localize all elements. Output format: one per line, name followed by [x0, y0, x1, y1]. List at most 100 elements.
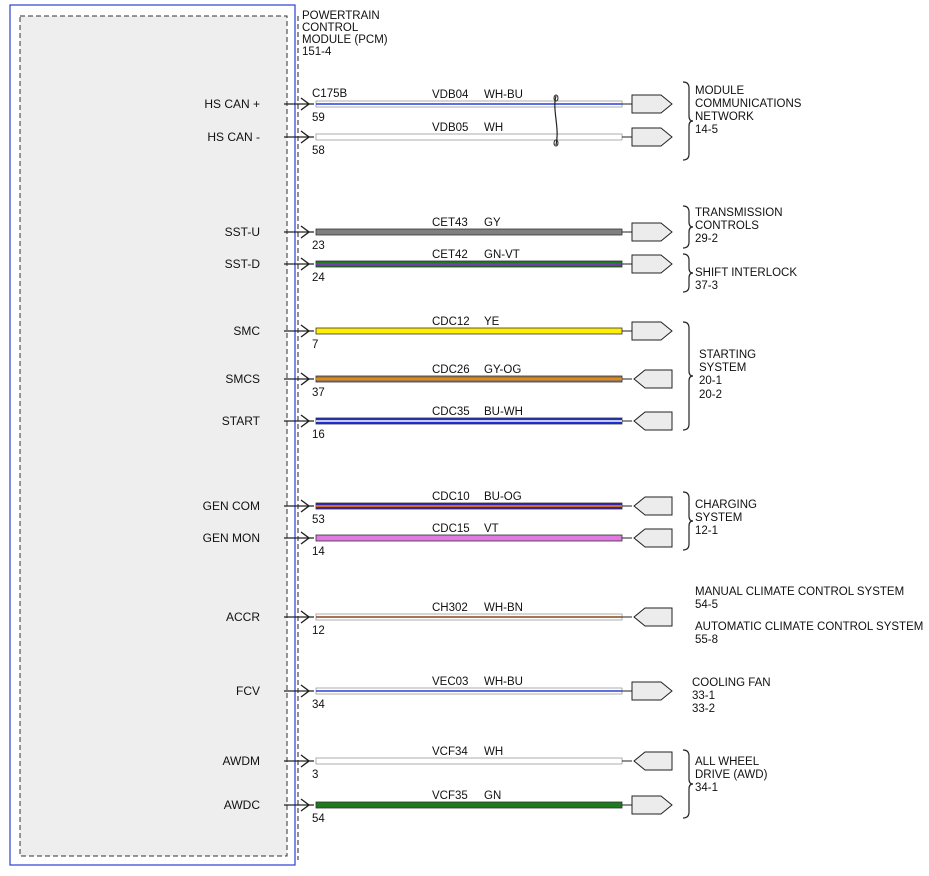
bracket-icon — [682, 205, 694, 249]
connector-terminal-icon — [631, 321, 673, 341]
wire-body — [315, 801, 623, 809]
circuit-id: CDC35 — [432, 406, 470, 418]
destination-shift-interlock: SHIFT INTERLOCK 37-3 — [695, 267, 797, 292]
pin-number: 14 — [312, 546, 325, 558]
connector-terminal-icon — [631, 254, 673, 274]
pin-number: 23 — [312, 240, 325, 252]
pin-function-label: SST-D — [225, 257, 261, 271]
connector-terminal-icon — [631, 795, 673, 815]
pin-function-label: AWDC — [224, 798, 261, 812]
wire-color-code: BU-WH — [484, 406, 523, 418]
destination-line: MANUAL CLIMATE CONTROL SYSTEM — [695, 586, 904, 598]
wire-color-code: GY — [484, 217, 501, 229]
destination-ref: 12-1 — [695, 525, 718, 537]
destination-climate-control: MANUAL CLIMATE CONTROL SYSTEM 54-5 AUTOM… — [695, 586, 923, 646]
destination-transmission-controls: TRANSMISSION CONTROLS 29-2 — [695, 207, 783, 245]
wire-color-code: GY-OG — [484, 364, 521, 376]
destination-starting-system: STARTING SYSTEM 20-1 20-2 — [699, 349, 756, 401]
connector-terminal-icon — [633, 751, 673, 771]
wiring-diagram: POWERTRAIN CONTROL MODULE (PCM) 151-4 C1… — [9, 4, 923, 866]
circuit-id: CDC12 — [432, 316, 470, 328]
connector-terminal-icon — [631, 681, 673, 701]
destination-line: COOLING FAN — [692, 677, 771, 689]
pin-number: 7 — [312, 339, 318, 351]
destination-line: AUTOMATIC CLIMATE CONTROL SYSTEM — [695, 621, 923, 633]
destination-module-communications: MODULE COMMUNICATIONS NETWORK 14-5 — [695, 85, 802, 136]
connector-terminal-icon — [633, 369, 673, 389]
wire-color-code: WH-BU — [484, 676, 523, 688]
bracket-icon — [682, 81, 694, 161]
circuit-id: VDB04 — [432, 89, 469, 101]
destination-ref: 20-2 — [699, 389, 722, 401]
destination-line: SYSTEM — [695, 512, 742, 524]
pin-function-label: AWDM — [222, 754, 260, 768]
wire-color-code: BU-OG — [484, 491, 522, 503]
destination-all-wheel-drive: ALL WHEEL DRIVE (AWD) 34-1 — [695, 756, 768, 794]
pin-function-label: HS CAN - — [207, 130, 260, 144]
circuit-id: CDC26 — [432, 364, 470, 376]
bracket-icon — [682, 491, 694, 551]
circuit-id: CDC15 — [432, 523, 470, 535]
destination-line: SYSTEM — [699, 362, 746, 374]
pin-function-label: SMCS — [225, 372, 260, 386]
pin-function-label: START — [222, 414, 261, 428]
connector-terminal-icon — [633, 496, 673, 516]
bracket-icon — [682, 253, 694, 293]
pin-function-label: GEN COM — [203, 499, 260, 513]
pin-number: 3 — [312, 769, 318, 781]
destination-ref: 29-2 — [695, 233, 718, 245]
pin-function-label: SST-U — [225, 225, 260, 239]
pin-function-label: FCV — [236, 684, 260, 698]
destination-line: DRIVE (AWD) — [695, 769, 768, 781]
module-title-line-3: MODULE (PCM) — [302, 34, 388, 46]
destination-ref: 34-1 — [695, 782, 718, 794]
destination-ref: 54-5 — [695, 599, 718, 611]
connector-terminal-icon — [631, 222, 673, 242]
destination-cooling-fan: COOLING FAN 33-1 33-2 — [692, 677, 771, 715]
wire-body — [315, 757, 623, 765]
connector-id: C175B — [312, 88, 347, 100]
circuit-id: VDB05 — [432, 122, 468, 134]
pin-function-label: SMC — [233, 324, 260, 338]
pin-number: 12 — [312, 625, 325, 637]
wire-color-code: VT — [484, 523, 499, 535]
connector-terminal-icon — [633, 411, 673, 431]
wire-body — [315, 327, 623, 335]
destination-ref: 37-3 — [695, 280, 718, 292]
wire-color-code: YE — [484, 316, 500, 328]
module-ref: 151-4 — [302, 46, 332, 58]
wire-body — [315, 228, 623, 236]
circuit-id: VCF35 — [432, 790, 468, 802]
pin-function-label: ACCR — [226, 610, 260, 624]
destination-line: SHIFT INTERLOCK — [695, 267, 797, 279]
wire-body — [315, 133, 623, 141]
pin-number: 59 — [312, 112, 325, 124]
module-title-line-1: POWERTRAIN — [302, 10, 380, 22]
bracket-icon — [682, 749, 694, 819]
pin-function-label: GEN MON — [203, 531, 260, 545]
connector-terminal-icon — [633, 607, 673, 627]
destination-line: COMMUNICATIONS — [695, 98, 802, 110]
destination-line: CHARGING — [695, 499, 757, 511]
wire-color-code: WH-BU — [484, 89, 523, 101]
circuit-id: CDC10 — [432, 491, 470, 503]
pin-number: 37 — [312, 387, 325, 399]
pin-number: 24 — [312, 272, 325, 284]
connector-terminal-icon — [631, 94, 673, 114]
pin-function-label: HS CAN + — [204, 97, 260, 111]
wire-color-code: WH — [484, 746, 503, 758]
connector-terminal-icon — [631, 127, 673, 147]
wire-color-code: WH-BN — [484, 602, 523, 614]
destination-charging-system: CHARGING SYSTEM 12-1 — [695, 499, 757, 537]
wire-color-code: GN-VT — [484, 249, 520, 261]
wire-color-code: WH — [484, 122, 503, 134]
destination-ref: 14-5 — [695, 124, 718, 136]
circuit-id: CET43 — [432, 217, 468, 229]
wire-row: FCV 34 VEC03 WH-BU — [236, 676, 673, 711]
wire-color-code: GN — [484, 790, 501, 802]
destination-ref: 55-8 — [695, 634, 718, 646]
pin-number: 58 — [312, 145, 325, 157]
circuit-id: CET42 — [432, 249, 468, 261]
pin-number: 53 — [312, 514, 325, 526]
destination-line: ALL WHEEL — [695, 756, 760, 768]
